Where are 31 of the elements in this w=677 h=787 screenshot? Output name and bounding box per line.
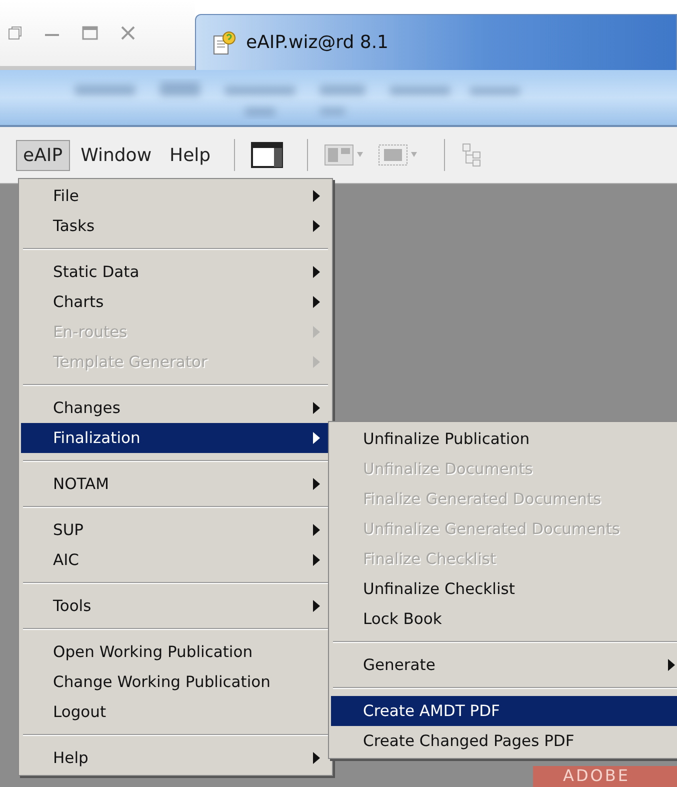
help-document-icon	[212, 30, 236, 56]
menu-item[interactable]: Create AMDT PDF	[331, 696, 677, 726]
menu-item[interactable]: SUP	[21, 515, 330, 545]
menu-item[interactable]: Generate	[331, 650, 677, 680]
menu-item[interactable]: AIC	[21, 545, 330, 575]
menu-item[interactable]: Open Working Publication	[21, 637, 330, 667]
menu-item[interactable]: Tools	[21, 591, 330, 621]
menu-item[interactable]: Charts	[21, 287, 330, 317]
menu-item[interactable]: Help	[21, 743, 330, 773]
menu-item[interactable]: Change Working Publication	[21, 667, 330, 697]
maximize-icon[interactable]	[82, 26, 98, 40]
menu-bar-item[interactable]: Window	[74, 140, 159, 170]
close-icon[interactable]	[120, 25, 136, 41]
menu-item[interactable]: Finalization	[21, 423, 330, 453]
banner-text: ADOBE	[533, 766, 677, 787]
window-title: eAIP.wiz@rd 8.1	[246, 32, 388, 53]
menu-item[interactable]: File	[21, 181, 330, 211]
menu-item[interactable]: Unfinalize Publication	[331, 424, 677, 454]
menu-item[interactable]: Unfinalize Checklist	[331, 574, 677, 604]
menu-item[interactable]: Create Changed Pages PDF	[331, 726, 677, 756]
menu-item[interactable]: Logout	[21, 697, 330, 727]
restore-icon[interactable]	[8, 26, 22, 40]
menu-item[interactable]: Changes	[21, 393, 330, 423]
menu-item[interactable]: Tasks	[21, 211, 330, 241]
menu-item[interactable]: Static Data	[21, 257, 330, 287]
menu-item[interactable]: NOTAM	[21, 469, 330, 499]
panel-icon[interactable]	[250, 142, 283, 168]
menu-bar-item[interactable]: Help	[162, 140, 218, 170]
menu-item[interactable]: Lock Book	[331, 604, 677, 634]
window-tab[interactable]: eAIP.wiz@rd 8.1	[195, 14, 677, 70]
menu-bar-item[interactable]: eAIP	[16, 140, 70, 170]
